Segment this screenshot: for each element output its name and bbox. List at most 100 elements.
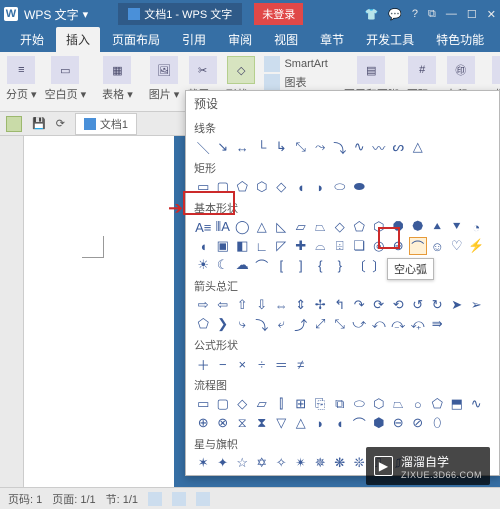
shirt-icon[interactable]: 👕	[365, 8, 379, 21]
fc-sort[interactable]: ⧗	[253, 414, 272, 432]
shape-round3[interactable]: ⬭	[331, 178, 350, 196]
tab-insert[interactable]: 插入	[56, 27, 100, 52]
shape-dodec[interactable]: ⯆	[448, 218, 467, 236]
star-7[interactable]: ✧	[272, 454, 291, 472]
shape-line-double[interactable]: ↔	[233, 138, 252, 156]
shape-trap[interactable]: ⏢	[311, 218, 330, 236]
shape-arr-curv4[interactable]: ⤽	[409, 315, 428, 333]
shape-arr-rcall[interactable]: ⤷	[233, 315, 252, 333]
shape-brkt2[interactable]: ]	[292, 256, 311, 274]
shape-pie[interactable]: ◔	[467, 218, 486, 236]
shape-dbrc[interactable]: 〕	[370, 256, 389, 274]
shape-curve[interactable]: ⤳	[311, 138, 330, 156]
fc-data[interactable]: ▱	[253, 395, 272, 413]
shape-round1[interactable]: ◖	[292, 178, 311, 196]
help-icon[interactable]: ?	[412, 8, 418, 21]
shape-arr-str[interactable]: ➤	[448, 296, 467, 314]
tab-chapter[interactable]: 章节	[310, 27, 354, 52]
shape-curve-double[interactable]: ∿	[350, 138, 369, 156]
shape-chord[interactable]: ◖	[194, 237, 213, 255]
close-icon[interactable]: ✕	[487, 8, 496, 21]
shape-arr-curv1[interactable]: ⤻	[350, 315, 369, 333]
shape-vtext[interactable]: ⦀A	[214, 218, 233, 236]
tab-special[interactable]: 特色功能	[426, 27, 494, 52]
shape-closed[interactable]: △	[409, 138, 428, 156]
document-title-tab[interactable]: 文档1 - WPS 文字	[118, 3, 242, 25]
document-page[interactable]	[24, 136, 174, 491]
shape-frame[interactable]: ▣	[214, 237, 233, 255]
shape-arr-curv3[interactable]: ⤼	[389, 315, 408, 333]
chart-button[interactable]: 图表	[264, 74, 327, 90]
maximize-icon[interactable]: ☐	[467, 8, 477, 21]
fc-extract[interactable]: ▽	[272, 414, 291, 432]
shape-smiley[interactable]: ☺	[428, 237, 447, 255]
shape-arr-pent[interactable]: ⬠	[194, 315, 213, 333]
shape-snip3[interactable]: ◇	[272, 178, 291, 196]
fc-direct[interactable]: ⊘	[409, 414, 428, 432]
shape-diag[interactable]: ◸	[272, 237, 291, 255]
shape-arr-c3[interactable]: ↺	[409, 296, 428, 314]
star-16[interactable]: ✵	[311, 454, 330, 472]
fc-term[interactable]: ⬭	[350, 395, 369, 413]
shape-arr-lr[interactable]: ⇔	[272, 296, 291, 314]
fc-or[interactable]: ⊗	[214, 414, 233, 432]
shape-bevel[interactable]: ◎	[370, 237, 389, 255]
fc-seq[interactable]: ⌒	[350, 414, 369, 432]
shape-bolt[interactable]: ⚡	[467, 237, 486, 255]
star-4[interactable]: ✦	[214, 454, 233, 472]
shape-hex[interactable]: ⬡	[370, 218, 389, 236]
fc-delay[interactable]: ◖	[331, 414, 350, 432]
shape-arr-lcall[interactable]: ⤶	[272, 315, 291, 333]
shape-oct[interactable]: ⯄	[409, 218, 428, 236]
fc-merge[interactable]: △	[292, 414, 311, 432]
fc-manual[interactable]: ⏢	[389, 395, 408, 413]
fc-process[interactable]: ▭	[194, 395, 213, 413]
star-8[interactable]: ✴	[292, 454, 311, 472]
shape-arr-chev[interactable]: ❯	[214, 315, 233, 333]
shape-moon[interactable]: ☾	[214, 256, 233, 274]
shape-cube[interactable]: ❏	[350, 237, 369, 255]
fc-display[interactable]: ⬯	[428, 414, 447, 432]
shape-arc[interactable]: ⌒	[253, 256, 272, 274]
shape-line-arrow[interactable]: ↘	[214, 138, 233, 156]
shape-arr-r[interactable]: ⇨	[194, 296, 213, 314]
blank-page-button[interactable]: ▭空白页 ▾	[45, 56, 87, 102]
shape-block-arc[interactable]: ⌒	[409, 237, 428, 255]
shape-cloud[interactable]: ☁	[233, 256, 252, 274]
shape-arr-c2[interactable]: ⟲	[389, 296, 408, 314]
shape-round4[interactable]: ⬬	[350, 178, 369, 196]
tab-layout[interactable]: 页面布局	[102, 27, 170, 52]
shape-hept[interactable]: ⯃	[389, 218, 408, 236]
shape-dbrkt[interactable]: 〔	[350, 256, 369, 274]
shape-can[interactable]: ⌹	[331, 237, 350, 255]
shape-arr-notch[interactable]: ➢	[467, 296, 486, 314]
shape-elbow[interactable]: └	[253, 138, 272, 156]
shape-snip2[interactable]: ⬡	[253, 178, 272, 196]
shape-curve-arrow[interactable]: ⤵	[331, 138, 350, 156]
shape-oval[interactable]: ◯	[233, 218, 252, 236]
shape-l[interactable]: ∟	[253, 237, 272, 255]
shape-sun[interactable]: ☀	[194, 256, 213, 274]
fc-alt[interactable]: ▢	[214, 395, 233, 413]
shape-arr-ud[interactable]: ⇕	[292, 296, 311, 314]
shape-arr-strip[interactable]: ⇛	[428, 315, 447, 333]
shape-arr-q2[interactable]: ⤡	[331, 315, 350, 333]
tab-review[interactable]: 审阅	[218, 27, 262, 52]
fc-decision[interactable]: ◇	[233, 395, 252, 413]
fc-stored[interactable]: ◗	[311, 414, 330, 432]
fc-card[interactable]: ⬒	[448, 395, 467, 413]
fc-junc[interactable]: ⊕	[194, 414, 213, 432]
shape-arr-quad[interactable]: ✢	[311, 296, 330, 314]
shape-arr-c4[interactable]: ↻	[428, 296, 447, 314]
star-burst[interactable]: ✶	[194, 454, 213, 472]
page-break-button[interactable]: ≡分页 ▾	[6, 56, 37, 102]
reload-icon[interactable]: ⟳	[56, 117, 65, 130]
shape-free[interactable]: 〰	[370, 138, 389, 156]
table-button[interactable]: ▦表格 ▾	[102, 56, 133, 102]
shape-arr-u[interactable]: ⇧	[233, 296, 252, 314]
tab-start[interactable]: 开始	[10, 27, 54, 52]
shape-rtri[interactable]: ◺	[272, 218, 291, 236]
status-tool2-icon[interactable]	[172, 492, 186, 506]
shape-round-rect[interactable]: ▢	[214, 178, 233, 196]
fc-doc[interactable]: ⎘	[311, 395, 330, 413]
